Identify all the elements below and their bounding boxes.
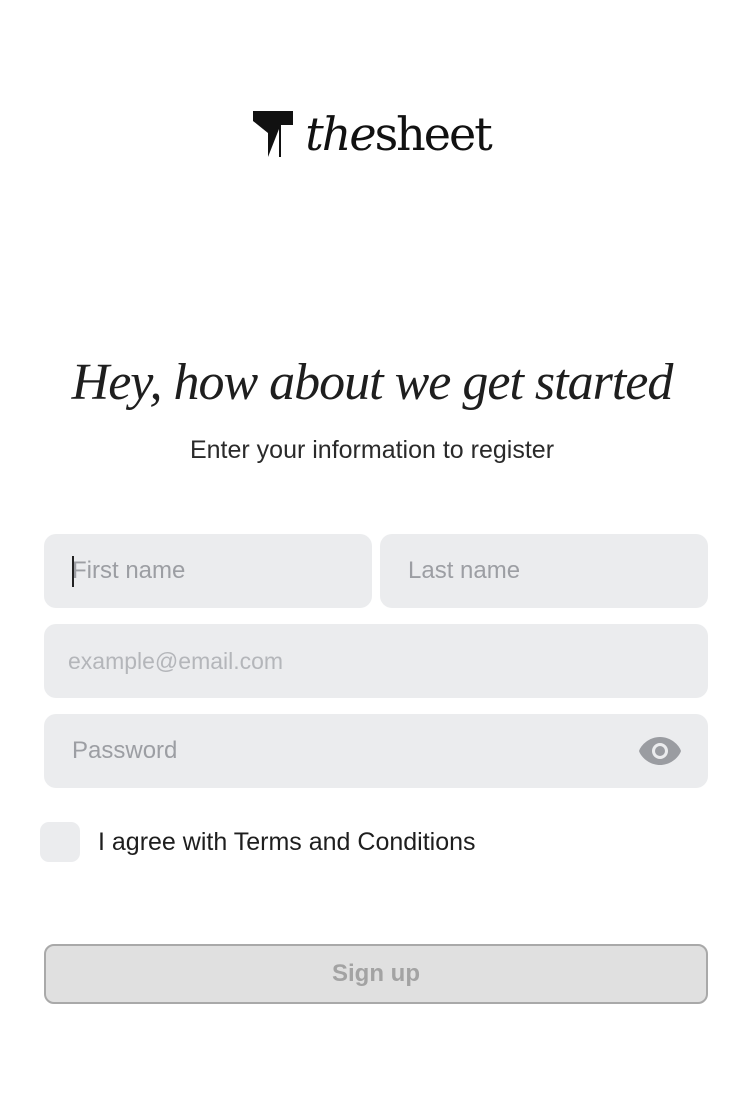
last-name-input[interactable] (380, 534, 708, 608)
brand-wordmark-italic: the (305, 107, 376, 161)
sign-up-button[interactable]: Sign up (44, 944, 708, 1004)
brand-wordmark: thesheet (305, 111, 493, 157)
text-caret (72, 556, 74, 587)
first-name-input[interactable] (44, 534, 372, 608)
brand-logo: thesheet (0, 108, 744, 160)
email-input[interactable] (44, 624, 708, 698)
terms-checkbox[interactable] (40, 822, 80, 862)
eye-icon (639, 737, 681, 765)
brand-wordmark-regular: sheet (374, 107, 493, 161)
terms-label[interactable]: I agree with Terms and Conditions (98, 825, 476, 859)
page-subtitle: Enter your information to register (189, 436, 555, 464)
show-password-button[interactable] (638, 733, 682, 769)
page-title: Hey, how about we get started (71, 354, 674, 411)
thesheet-logo-mark-icon (253, 111, 294, 157)
password-input[interactable] (44, 714, 708, 788)
